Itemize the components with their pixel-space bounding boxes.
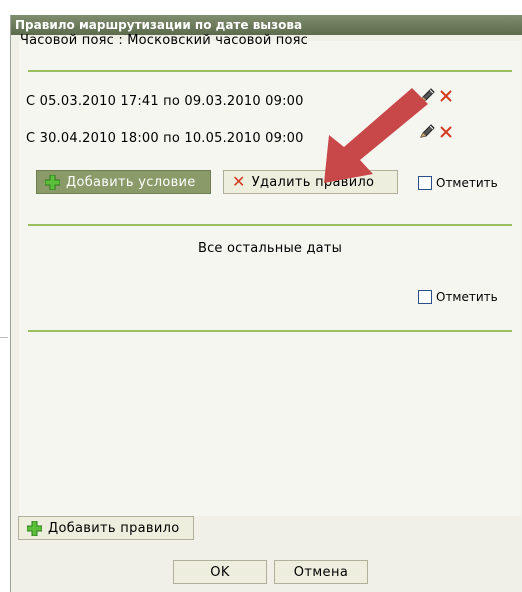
rules-panel (19, 41, 521, 516)
condition-row-1[interactable]: С 05.03.2010 17:41 по 09.03.2010 09:00 (26, 94, 304, 109)
condition-actions-2 (419, 124, 452, 140)
delete-rule-label: Удалить правило (251, 174, 375, 190)
condition-text: С 30.04.2010 18:00 по 10.05.2010 09:00 (26, 131, 304, 146)
plus-icon (27, 520, 42, 536)
timezone-label: Часовой пояс : Московский часовой пояс (20, 33, 309, 48)
condition-actions-1 (419, 88, 452, 104)
plus-icon (45, 174, 60, 190)
mark-label: Отметить (436, 290, 498, 304)
delete-x-icon[interactable] (440, 90, 452, 102)
left-edge-mark (0, 337, 8, 338)
pencil-icon[interactable] (419, 88, 437, 104)
other-dates-label: Все остальные даты (197, 241, 343, 256)
add-condition-button[interactable]: Добавить условие (36, 170, 211, 194)
delete-x-icon[interactable] (440, 126, 452, 138)
mark-label: Отметить (436, 176, 498, 190)
checkbox[interactable] (418, 176, 432, 190)
dialog-title: Правило маршрутизации по дате вызова (11, 15, 522, 35)
add-condition-label: Добавить условие (66, 174, 196, 190)
delete-rule-button[interactable]: ✕ Удалить правило (223, 170, 398, 194)
condition-row-2[interactable]: С 30.04.2010 18:00 по 10.05.2010 09:00 (26, 131, 304, 146)
separator (28, 70, 512, 72)
mark-checkbox-1[interactable]: Отметить (418, 176, 498, 190)
checkbox[interactable] (418, 290, 432, 304)
add-rule-label: Добавить правило (48, 520, 180, 536)
close-icon: ✕ (232, 172, 246, 191)
separator (28, 224, 512, 226)
pencil-icon[interactable] (419, 124, 437, 140)
cancel-button[interactable]: Отмена (274, 560, 368, 584)
condition-text: С 05.03.2010 17:41 по 09.03.2010 09:00 (26, 94, 304, 109)
separator (28, 330, 512, 332)
ok-button[interactable]: OK (173, 560, 267, 584)
stage: Правило маршрутизации по дате вызова Час… (0, 0, 522, 592)
mark-checkbox-2[interactable]: Отметить (418, 290, 498, 304)
add-rule-button[interactable]: Добавить правило (18, 516, 194, 540)
